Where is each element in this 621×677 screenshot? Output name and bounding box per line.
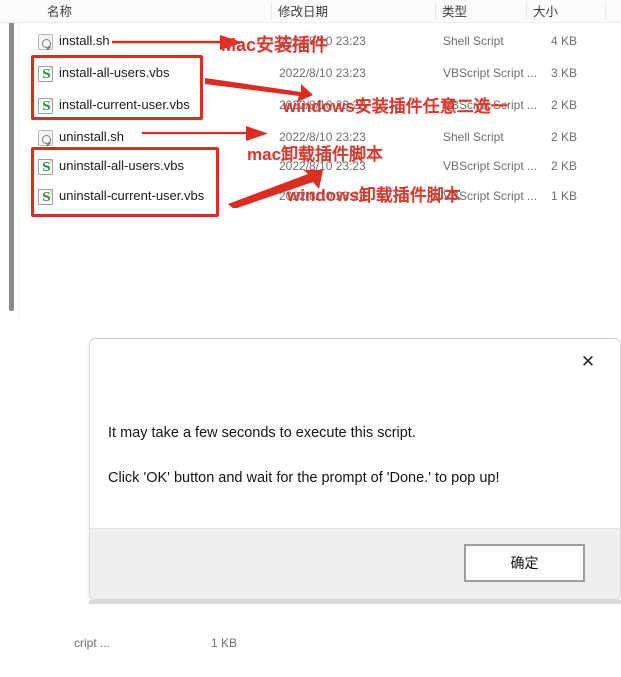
column-header-type[interactable]: 类型	[442, 1, 467, 20]
file-size: 2 KB	[550, 130, 577, 144]
file-size: 2 KB	[550, 98, 577, 112]
vbscript-icon: S	[38, 159, 53, 175]
file-type: Shell Script	[443, 34, 504, 48]
column-divider[interactable]	[526, 2, 527, 19]
shell-script-icon	[38, 130, 53, 146]
column-divider[interactable]	[271, 2, 272, 19]
file-name: install-current-user.vbs	[59, 97, 190, 112]
annotation-label-mac-uninstall: mac卸载插件脚本	[247, 145, 384, 164]
annotation-label-windows-install: windows安装插件任意二选一	[283, 97, 508, 116]
column-header-size[interactable]: 大小	[533, 1, 558, 20]
column-divider[interactable]	[605, 2, 606, 19]
file-type-fragment: cript ...	[74, 636, 111, 650]
vertical-scrollbar-thumb[interactable]	[9, 11, 14, 311]
column-header-row: 名称 修改日期 类型 大小	[0, 0, 621, 23]
file-name: uninstall-all-users.vbs	[59, 158, 184, 173]
file-name: uninstall-current-user.vbs	[59, 188, 205, 203]
file-type: Shell Script	[443, 130, 504, 144]
file-name: uninstall.sh	[59, 129, 125, 144]
file-explorer-pane: 名称 修改日期 类型 大小 install.sh 2022/8/10 23:23…	[0, 0, 621, 322]
annotation-label-windows-uninstall: windows卸载插件脚本	[287, 186, 461, 205]
dialog-footer: 确定	[90, 528, 620, 599]
vbscript-icon: S	[38, 189, 53, 205]
dialog-message-line-2: Click 'OK' button and wait for the promp…	[108, 470, 500, 486]
file-size-fragment: 1 KB	[211, 636, 238, 650]
file-size: 3 KB	[550, 66, 577, 80]
shell-script-icon	[38, 34, 53, 50]
dialog-message-line-1: It may take a few seconds to execute thi…	[108, 425, 416, 441]
ok-button[interactable]: 确定	[464, 544, 585, 582]
column-header-name[interactable]: 名称	[47, 1, 72, 20]
column-header-date-modified[interactable]: 修改日期	[278, 1, 328, 20]
dialog-titlebar: ✕	[90, 339, 620, 383]
file-size: 1 KB	[550, 189, 577, 203]
script-message-dialog: ✕ It may take a few seconds to execute t…	[89, 338, 621, 600]
file-date: 2022/8/10 23:23	[279, 66, 366, 80]
annotation-label-mac-install: Mac安装插件	[221, 35, 329, 55]
dialog-shadow-edge	[89, 600, 621, 604]
close-icon[interactable]: ✕	[574, 350, 602, 374]
column-divider[interactable]	[435, 2, 436, 19]
file-size: 2 KB	[550, 159, 577, 173]
file-name: install-all-users.vbs	[59, 65, 170, 80]
vbscript-icon: S	[38, 98, 53, 114]
file-name: install.sh	[59, 33, 110, 48]
explorer-bottom-strip: cript ... 1 KB	[0, 600, 621, 677]
file-size: 4 KB	[550, 34, 577, 48]
vbscript-icon: S	[38, 66, 53, 82]
table-row[interactable]: S install-all-users.vbs 2022/8/10 23:23 …	[22, 60, 602, 88]
